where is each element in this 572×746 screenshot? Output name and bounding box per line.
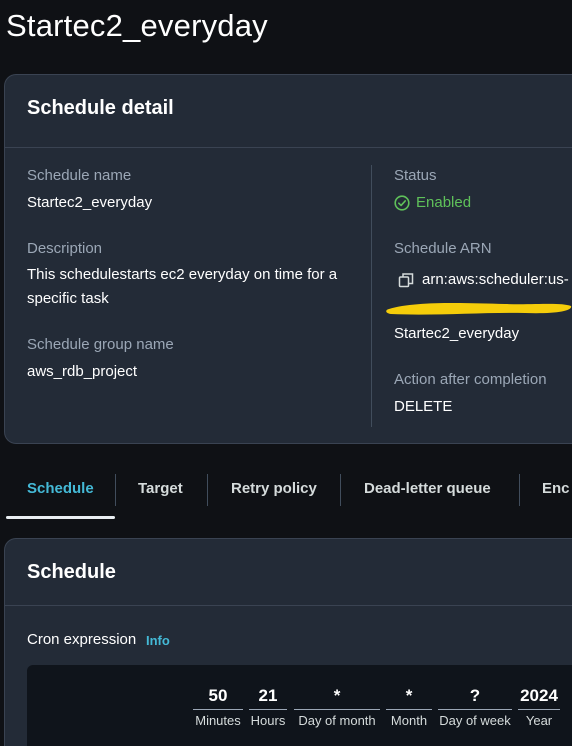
cron-field-year: 2024 Year xyxy=(518,685,560,728)
schedule-detail-header: Schedule detail xyxy=(5,75,572,148)
cron-expression-label: Cron expression xyxy=(27,631,137,648)
tab-separator xyxy=(519,474,520,506)
schedule-panel-header: Schedule xyxy=(5,539,572,606)
column-divider xyxy=(371,165,372,427)
tab-separator xyxy=(340,474,341,506)
schedule-name-label: Schedule name xyxy=(27,167,132,184)
cron-value: ? xyxy=(438,685,512,710)
cron-value: 50 xyxy=(193,685,243,710)
cron-field-hours: 21 Hours xyxy=(249,685,287,728)
cron-caption: Month xyxy=(390,713,428,728)
status-label: Status xyxy=(394,167,437,184)
status-indicator: Enabled xyxy=(394,194,471,211)
schedule-arn-value: arn:aws:scheduler:us- xyxy=(422,271,569,288)
tab-bar: Schedule Target Retry policy Dead-letter… xyxy=(0,470,572,520)
cron-field-month: * Month xyxy=(386,685,432,728)
active-tab-indicator xyxy=(6,516,115,519)
schedule-arn-tail: Startec2_everyday xyxy=(394,325,520,342)
cron-caption: Hours xyxy=(250,713,286,728)
status-value: Enabled xyxy=(416,194,472,211)
schedule-name-value: Startec2_everyday xyxy=(27,194,153,211)
cron-caption: Day of week xyxy=(439,713,511,728)
copy-icon[interactable] xyxy=(398,272,414,288)
action-after-completion-value: DELETE xyxy=(394,398,453,415)
check-circle-icon xyxy=(394,194,410,211)
cron-caption: Minutes xyxy=(195,713,241,728)
cron-value: * xyxy=(386,685,432,710)
cron-value: 21 xyxy=(249,685,287,710)
tab-encryption[interactable]: Enc xyxy=(542,470,570,508)
tab-separator xyxy=(207,474,208,506)
cron-caption: Day of month xyxy=(298,713,376,728)
description-label: Description xyxy=(27,240,103,257)
page-title: Startec2_everyday xyxy=(6,8,268,43)
cron-field-minutes: 50 Minutes xyxy=(193,685,243,728)
schedule-detail-panel: Schedule detail Schedule name Startec2_e… xyxy=(4,74,572,444)
cron-field-day-of-week: ? Day of week xyxy=(438,685,512,728)
cron-value: 2024 xyxy=(518,685,560,710)
description-value: This schedulestarts ec2 everyday on time… xyxy=(27,266,338,307)
schedule-panel: Schedule Cron expression Info 50 Minutes… xyxy=(4,538,572,746)
action-after-completion-label: Action after completion xyxy=(394,371,547,388)
tab-retry-policy[interactable]: Retry policy xyxy=(231,470,317,508)
info-link[interactable]: Info xyxy=(146,633,170,648)
redaction-mark xyxy=(385,297,572,321)
cron-field-day-of-month: * Day of month xyxy=(294,685,380,728)
schedule-group-value: aws_rdb_project xyxy=(27,363,138,380)
schedule-panel-title: Schedule xyxy=(27,561,116,583)
cron-expression-box: 50 Minutes 21 Hours * Day of month * Mon… xyxy=(27,665,572,746)
cron-value: * xyxy=(294,685,380,710)
cron-caption: Year xyxy=(525,713,553,728)
page: Startec2_everyday Schedule detail Schedu… xyxy=(0,0,572,746)
schedule-arn-label: Schedule ARN xyxy=(394,240,492,257)
tab-separator xyxy=(115,474,116,506)
schedule-detail-title: Schedule detail xyxy=(27,97,174,119)
tab-dead-letter-queue[interactable]: Dead-letter queue xyxy=(364,470,491,508)
tab-target[interactable]: Target xyxy=(138,470,183,508)
schedule-group-label: Schedule group name xyxy=(27,336,174,353)
tab-schedule[interactable]: Schedule xyxy=(27,470,94,508)
schedule-arn-row: arn:aws:scheduler:us- xyxy=(398,271,569,288)
